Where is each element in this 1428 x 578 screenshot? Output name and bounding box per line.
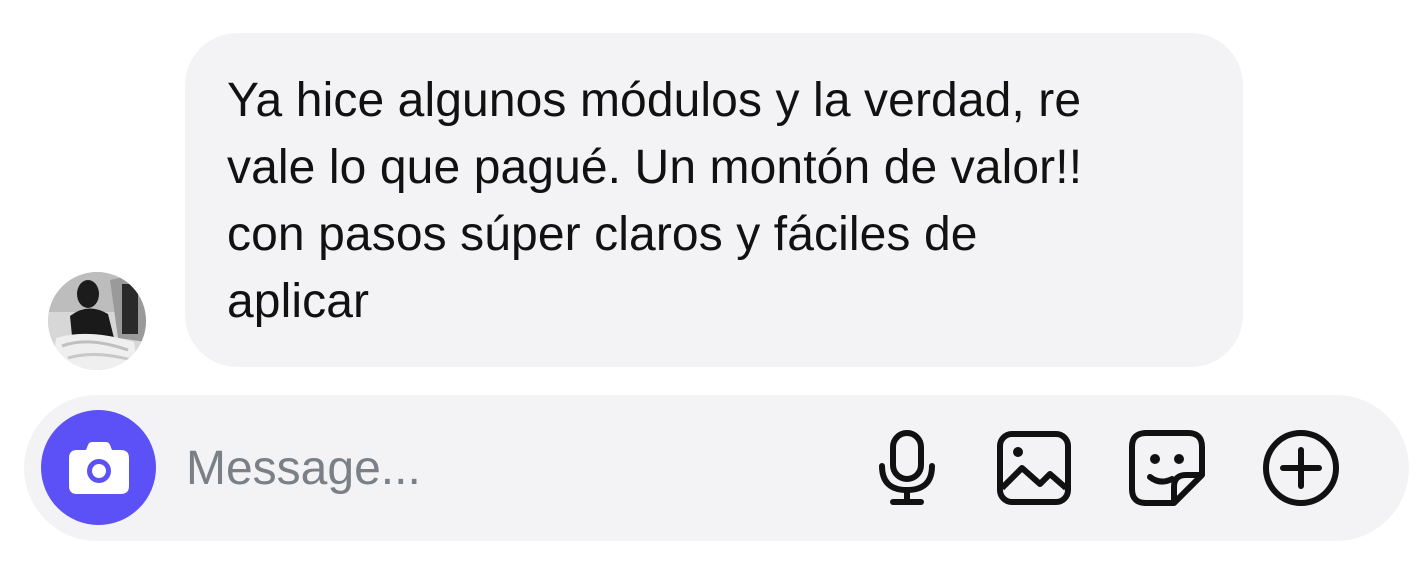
message-line: vale lo que pagué. Un montón de valor!! [227,141,1083,194]
avatar[interactable] [48,272,146,370]
camera-icon [68,441,129,494]
plus-circle-icon [1263,430,1339,506]
more-options-button[interactable] [1261,428,1341,508]
message-line: aplicar [227,275,370,328]
message-composer [24,395,1409,541]
image-gallery-icon [997,431,1071,505]
camera-button[interactable] [41,410,156,525]
message-line: con pasos súper claros y fáciles de [227,208,978,261]
sticker-icon [1129,430,1205,506]
sticker-button[interactable] [1127,428,1207,508]
incoming-message-bubble[interactable]: Ya hice algunos módulos y la verdad, re … [185,33,1243,367]
message-text: Ya hice algunos módulos y la verdad, re … [227,67,1203,335]
voice-message-button[interactable] [867,428,947,508]
message-line: Ya hice algunos módulos y la verdad, re [227,74,1082,127]
message-input[interactable] [186,431,806,505]
gallery-button[interactable] [994,428,1074,508]
avatar-photo [48,272,146,370]
microphone-icon [879,430,935,505]
